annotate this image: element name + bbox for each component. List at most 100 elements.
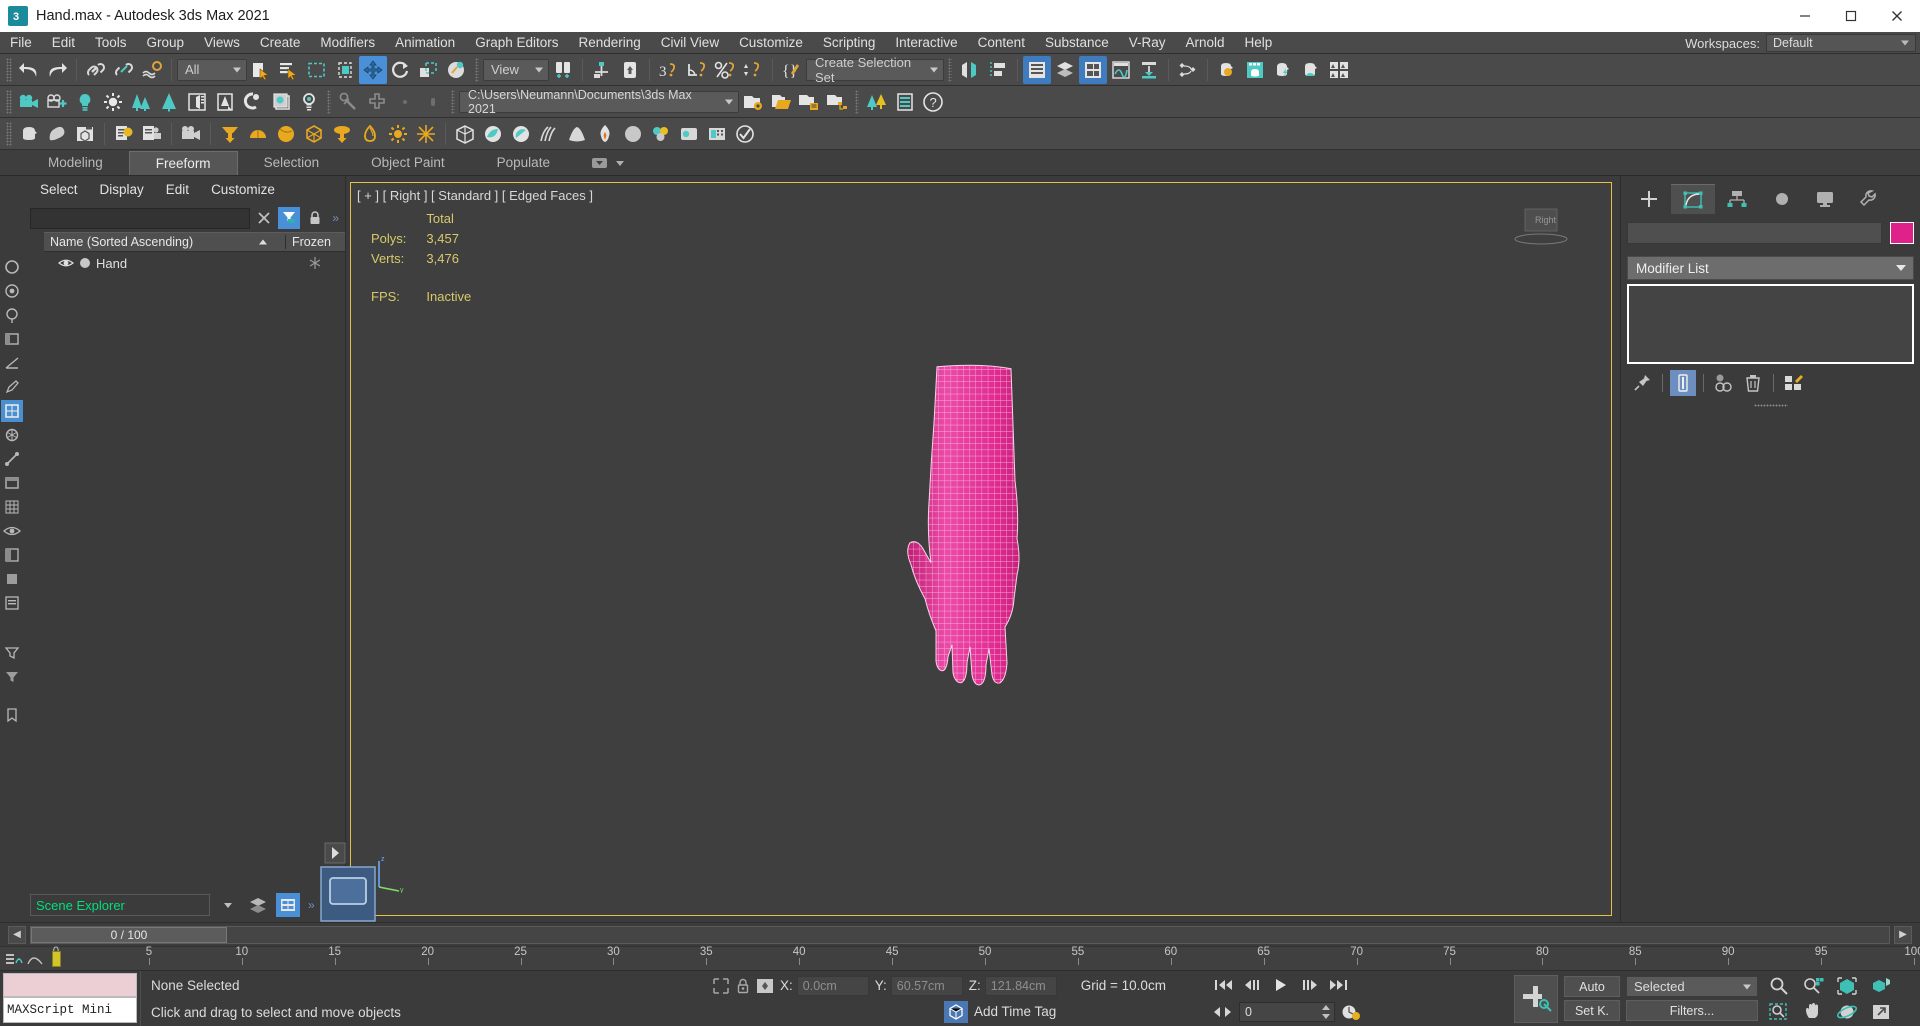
ribbon-tab-object-paint[interactable]: Object Paint — [345, 151, 471, 175]
coord-x-field[interactable]: 0.0cm — [797, 976, 869, 996]
menu-edit[interactable]: Edit — [42, 32, 85, 54]
angle-snap-toggle-icon[interactable] — [683, 56, 711, 84]
pen-tool-icon[interactable] — [1, 376, 23, 398]
angle-measure-icon[interactable] — [1, 352, 23, 374]
down-arrow-cone-icon[interactable] — [216, 120, 244, 148]
next-frame-button[interactable] — [1297, 974, 1323, 996]
capsule-icon[interactable] — [356, 120, 384, 148]
zoom-all-icon[interactable] — [1798, 974, 1828, 998]
hair-icon[interactable] — [535, 120, 563, 148]
ribbon-tab-freeform[interactable]: Freeform — [129, 151, 238, 175]
lock-selection-icon[interactable] — [304, 207, 326, 229]
maximize-viewport-icon[interactable] — [1866, 1000, 1896, 1024]
omni-light-icon[interactable] — [71, 88, 99, 116]
key-filters-button[interactable]: Filters... — [1626, 1000, 1758, 1021]
time-slider-next[interactable]: ▶ — [1894, 926, 1912, 944]
curve-editor-icon[interactable] — [1107, 56, 1135, 84]
material-browser-icon[interactable] — [1241, 56, 1269, 84]
toolbar-grip[interactable] — [6, 58, 12, 82]
helix-icon[interactable] — [239, 88, 267, 116]
coord-z-field[interactable]: 121.84cm — [985, 976, 1057, 996]
polygon-subobject-icon[interactable] — [1, 400, 23, 422]
sphere-gray-icon[interactable] — [619, 120, 647, 148]
explorer-dropdown-icon[interactable] — [216, 893, 240, 917]
sphere-segment-icon[interactable] — [272, 120, 300, 148]
project-path-combo[interactable]: C:\Users\Neumann\Documents\3ds Max 2021 — [459, 91, 739, 113]
motion-tab[interactable] — [1759, 184, 1803, 214]
time-slider-prev[interactable]: ◀ — [8, 926, 26, 944]
project-tree-icon[interactable] — [823, 88, 851, 116]
toolbar-grip-2[interactable] — [6, 90, 12, 114]
menu-arnold[interactable]: Arnold — [1176, 32, 1235, 54]
pin-stack-icon[interactable] — [1629, 370, 1655, 396]
window-crossing-icon[interactable] — [331, 56, 359, 84]
filter-down-icon[interactable] — [1, 642, 23, 664]
table-row[interactable]: Hand — [44, 252, 345, 274]
search-filter-icon[interactable] — [278, 207, 300, 229]
object-paint-fill-icon[interactable] — [419, 88, 447, 116]
absolute-relative-toggle-icon[interactable] — [756, 977, 774, 995]
coord-y-field[interactable]: 60.57cm — [891, 976, 963, 996]
menu-modifiers[interactable]: Modifiers — [310, 32, 385, 54]
panel-resize-handle[interactable] — [1621, 398, 1920, 412]
object-paint-small-icon[interactable] — [391, 88, 419, 116]
viewport-label[interactable]: [ + ] [ Right ] [ Standard ] [ Edged Fac… — [357, 188, 593, 203]
remove-modifier-icon[interactable] — [1740, 370, 1766, 396]
square-panel-icon[interactable] — [1, 568, 23, 590]
ribbon-tab-selection[interactable]: Selection — [238, 151, 346, 175]
scene-explorer-search-input[interactable] — [30, 208, 250, 229]
pin-down-icon[interactable] — [328, 120, 356, 148]
workspaces-select[interactable]: Default — [1766, 34, 1916, 52]
hide-unhide-icon[interactable] — [1, 520, 23, 542]
close-button[interactable] — [1874, 0, 1920, 32]
zoom-extents-selected-icon[interactable] — [1866, 974, 1896, 998]
menu-create[interactable]: Create — [250, 32, 311, 54]
use-transform-coordinate-center-icon[interactable] — [616, 56, 644, 84]
camera-free-icon[interactable] — [43, 88, 71, 116]
use-selection-center-icon[interactable] — [588, 56, 616, 84]
menu-content[interactable]: Content — [968, 32, 1035, 54]
align-icon[interactable] — [984, 56, 1012, 84]
lock-icon[interactable] — [736, 977, 750, 995]
sphere-teal-icon[interactable] — [479, 120, 507, 148]
note-camera-icon[interactable] — [138, 120, 166, 148]
configure-project-paths-icon[interactable] — [739, 88, 767, 116]
explorer-menu-edit[interactable]: Edit — [156, 176, 199, 204]
help-icon[interactable]: ? — [919, 88, 947, 116]
menu-views[interactable]: Views — [194, 32, 250, 54]
note-light-icon[interactable] — [110, 120, 138, 148]
filter-icon[interactable] — [1, 666, 23, 688]
color-spheres-icon[interactable] — [647, 120, 675, 148]
menu-interactive[interactable]: Interactive — [885, 32, 967, 54]
open-project-folder-icon[interactable] — [767, 88, 795, 116]
display-tab[interactable] — [1803, 184, 1847, 214]
modify-tab[interactable] — [1671, 184, 1715, 214]
ribbon-tab-modeling[interactable]: Modeling — [22, 151, 129, 175]
undo-icon[interactable] — [15, 56, 43, 84]
row-frozen-cell[interactable] — [285, 256, 345, 270]
paint-select-icon[interactable] — [1, 256, 23, 278]
time-configuration-icon[interactable] — [1338, 1001, 1364, 1023]
toggle-scene-explorer-icon[interactable] — [1023, 56, 1051, 84]
trackbar-mode-icon[interactable] — [4, 951, 24, 967]
maxscript-output[interactable] — [3, 973, 137, 997]
layer-mode-icon[interactable] — [246, 893, 270, 917]
menu-rendering[interactable]: Rendering — [569, 32, 651, 54]
schematic-view-icon[interactable] — [1135, 56, 1163, 84]
viewport[interactable]: [ + ] [ Right ] [ Standard ] [ Edged Fac… — [350, 182, 1612, 916]
hierarchy-tab[interactable] — [1715, 184, 1759, 214]
object-paint-add-icon[interactable] — [363, 88, 391, 116]
object-name-field[interactable] — [1627, 222, 1882, 244]
object-color-swatch-icon[interactable] — [79, 257, 91, 269]
spinner-snap-toggle-icon[interactable] — [739, 56, 767, 84]
time-slider-track[interactable]: 0 / 100 — [30, 926, 1890, 944]
hemisphere-icon[interactable] — [244, 120, 272, 148]
geosphere-icon[interactable] — [300, 120, 328, 148]
toolbar-grip-3[interactable] — [6, 122, 12, 146]
select-and-link-icon[interactable] — [82, 56, 110, 84]
array-icon[interactable] — [267, 88, 295, 116]
wall-icon[interactable] — [211, 88, 239, 116]
soft-select-icon[interactable] — [1, 280, 23, 302]
bookmark-icon[interactable] — [1, 704, 23, 726]
clear-search-icon[interactable] — [254, 208, 274, 228]
